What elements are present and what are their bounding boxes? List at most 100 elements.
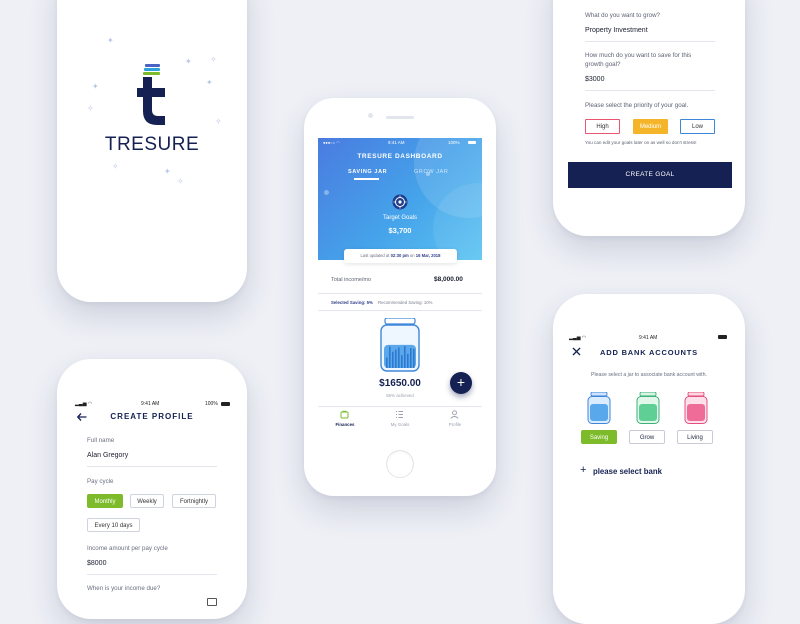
sparkle-icon: ✧ [215,117,222,126]
target-goals-label: Target Goals [382,215,418,221]
signal-icon: ▂▃▅ ◠ [75,401,93,407]
plus-icon[interactable]: + [580,465,586,476]
grow-jar-icon [636,392,660,424]
my-goals-icon [396,411,403,418]
brand-name: TRESURE [104,134,200,155]
sparkle-icon: ✦ [92,82,99,91]
jar-achieved: 55% achieved [386,393,414,398]
pay-cycle-fortnightly[interactable]: Fortnightly [172,494,216,508]
dashboard-screen: ●●●○○ ◠ 9:41 AM 100% TRESURE DASHBOARD S… [318,138,482,430]
full-name-field[interactable]: Alan Gregory [87,452,128,459]
tab-saving-jar[interactable]: SAVING JAR [348,169,387,175]
page-title: ADD BANK ACCOUNTS [600,348,698,357]
target-icon [392,194,408,210]
add-button[interactable]: + [450,372,472,394]
jar-level-bar [404,346,406,368]
saving-jar-icon [587,392,611,424]
amount-question: How much do you want to save for this gr… [585,52,692,68]
sparkle-icon: ✧ [112,162,119,171]
last-updated-date: 16 Mar, 2018 [415,253,441,258]
battery-icon [221,402,230,406]
nav-my-goals[interactable]: My Goals [385,422,415,427]
signal-icon: ▂▃▅ ◠ [569,335,587,341]
page-title: CREATE PROFILE [110,412,194,421]
jar-level-bar [410,348,412,368]
splash-phone: TRESURE ✦ ✦ ✧ ✦ ✧ ✦ ✧ ✧ ✦ ✧ [57,0,247,302]
status-time: 9:41 AM [141,401,160,407]
create-goal-phone: What do you want to grow? Property Inves… [553,0,745,236]
last-updated-on: on [409,253,415,258]
speaker-grille [386,116,414,119]
nav-profile[interactable]: Profile [440,422,470,427]
sparkle-icon: ✧ [210,55,217,64]
pay-cycle-label: Pay cycle [87,478,114,485]
pay-cycle-monthly[interactable]: Monthly [87,494,123,508]
status-battery: 100% [205,401,218,407]
jar-level-bar [395,349,397,368]
jar-grow[interactable]: Grow [629,430,665,444]
jar-level-bar [398,347,400,368]
sparkle-icon: ✦ [185,57,192,66]
priority-note: You can edit your goals later on as well… [585,140,697,145]
battery-icon [468,141,476,144]
signal-icon: ●●●○○ ◠ [323,140,340,145]
battery-icon [718,335,727,339]
finances-icon [340,410,349,419]
home-button[interactable] [386,450,414,478]
priority-medium[interactable]: Medium [633,119,668,134]
jar-level-bar [401,355,403,368]
bank-subtitle: Please select a jar to associate bank ac… [591,372,707,378]
selected-saving: Selected Saving: 5% [331,300,373,305]
tresure-logo-icon [137,64,165,125]
pay-cycle-weekly[interactable]: Weekly [130,494,164,508]
sparkle-icon: ✧ [87,104,94,113]
front-camera [368,113,373,118]
add-bank-phone: ▂▃▅ ◠ 9:41 AM ADD BANK ACCOUNTS Please s… [553,294,745,624]
grow-question: What do you want to grow? [585,12,660,19]
amount-field[interactable]: $3000 [585,76,604,83]
active-tab-indicator [354,178,379,180]
income-due-label: When is your income due? [87,585,161,592]
income-label: Income amount per pay cycle [87,545,168,552]
priority-question: Please select the priority of your goal. [585,102,689,109]
recommended-saving: Recommended Saving: 10% [378,300,433,305]
dashboard-title: TRESURE DASHBOARD [357,153,443,160]
sparkle-icon: ✦ [164,167,171,176]
total-income-label: Total income/mo [331,277,372,283]
dashboard-hero: ●●●○○ ◠ 9:41 AM 100% TRESURE DASHBOARD S… [318,138,482,260]
jar-level-bar [392,351,394,368]
jar-level-bar [407,353,409,368]
grow-field[interactable]: Property Investment [585,27,648,34]
jar-saving[interactable]: Saving [581,430,617,444]
jar-level-bar [386,357,388,368]
dashboard-phone: ●●●○○ ◠ 9:41 AM 100% TRESURE DASHBOARD S… [304,98,496,496]
priority-low[interactable]: Low [680,119,715,134]
saving-jar-icon [380,318,420,372]
last-updated-time: 02:30 pm [390,253,409,258]
jar-level-bar [389,346,391,368]
nav-finances[interactable]: Finances [330,422,360,427]
last-updated-prefix: Last updated at [360,253,390,258]
jar-living[interactable]: Living [677,430,713,444]
status-time: 9:41 AM [639,335,658,341]
full-name-label: Full name [87,437,115,444]
last-updated-card: Last updated at 02:30 pm on 16 Mar, 2018 [344,249,457,263]
pay-cycle-every-10-days[interactable]: Every 10 days [87,518,140,532]
total-income-value: $8,000.00 [434,276,463,283]
target-goals-value: $3,700 [388,226,412,235]
calendar-icon[interactable] [207,598,217,606]
jar-level-bar [413,348,415,368]
sparkle-icon: ✦ [206,78,213,87]
profile-icon [450,410,459,419]
living-jar-icon [684,392,708,424]
sparkle-icon: ✧ [177,177,184,186]
select-bank-link[interactable]: please select bank [593,467,662,476]
status-time: 9:41 AM [388,140,405,145]
income-field[interactable]: $8000 [87,560,106,567]
priority-high[interactable]: High [585,119,620,134]
sparkle-icon: ✦ [107,36,114,45]
status-battery: 100% [448,140,460,145]
create-profile-phone: ▂▃▅ ◠ 9:41 AM 100% CREATE PROFILE Full n… [57,359,247,619]
tab-grow-jar[interactable]: GROW JAR [414,169,448,175]
create-goal-button[interactable]: CREATE GOAL [568,162,732,188]
